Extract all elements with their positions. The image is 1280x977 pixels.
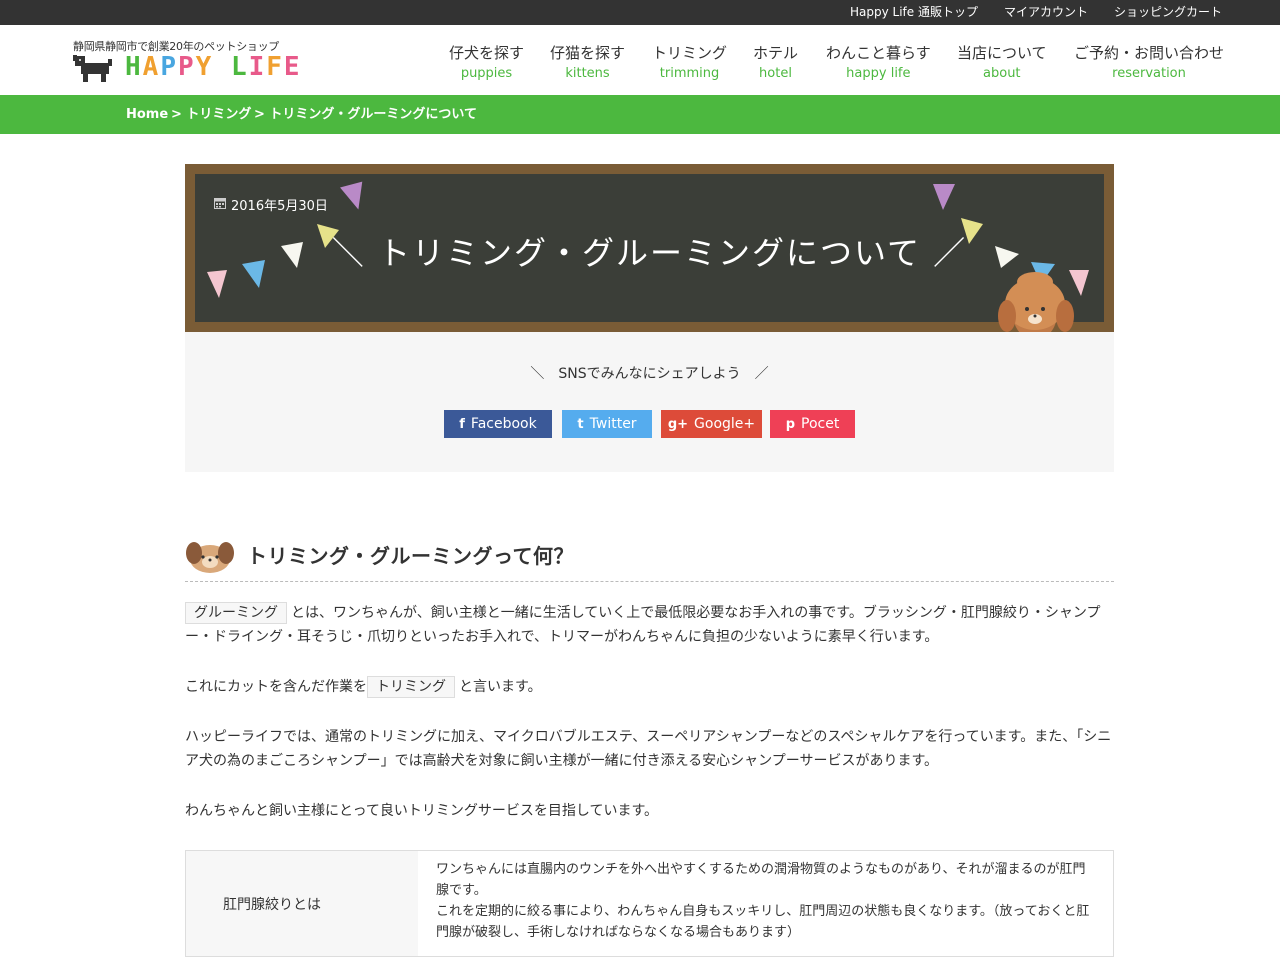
paragraph-goal: わんちゃんと飼い主様にとって良いトリミングサービスを目指しています。: [185, 803, 659, 819]
nav-about-label: 当店について: [957, 44, 1047, 62]
paragraph-trimming-after: と言います。: [459, 679, 542, 695]
nav-puppies-sub: puppies: [460, 66, 513, 81]
google-plus-share-button[interactable]: g+ Google+: [661, 410, 762, 438]
my-account-link[interactable]: マイアカウント: [1004, 0, 1088, 25]
nav-hotel-sub: hotel: [759, 66, 792, 81]
dog-logo-icon[interactable]: [73, 54, 119, 82]
shop-top-link[interactable]: Happy Life 通販トップ: [850, 0, 978, 25]
twitter-share-button[interactable]: t Twitter: [562, 410, 652, 438]
paragraph-trimming: これにカットを含んだ作業を トリミング と言います。: [185, 675, 1114, 699]
nav-trimming-sub: trimming: [659, 66, 720, 81]
pocket-icon: p: [785, 417, 795, 432]
breadcrumb: Home > トリミング > トリミング・グルーミングについて: [0, 95, 1280, 134]
nav-about[interactable]: 当店について about: [957, 43, 1047, 83]
paragraph-trimming-before: これにカットを含んだ作業を: [185, 679, 367, 695]
breadcrumb-current: > トリミング・グルーミングについて: [254, 107, 478, 122]
nav-trimming-label: トリミング: [652, 44, 728, 62]
pocket-share-button[interactable]: p Pocet: [770, 410, 855, 438]
nav-reservation-sub: reservation: [1112, 66, 1186, 81]
nav-trimming[interactable]: トリミング trimming: [652, 43, 727, 83]
facebook-icon: f: [459, 417, 465, 432]
breadcrumb-home[interactable]: Home: [126, 95, 168, 134]
nav-kittens[interactable]: 仔猫を探す kittens: [550, 43, 625, 83]
sns-share-box: [185, 332, 1114, 472]
twitter-icon: t: [577, 417, 584, 432]
logo-letter: P: [160, 52, 178, 82]
paragraph-services: ハッピーライフでは、通常のトリミングに加え、マイクロバブルエステ、スーペリアシャ…: [185, 729, 1112, 769]
table-header-label: 肛門腺絞りとは: [223, 897, 321, 913]
keyword-grooming: グルーミング: [185, 602, 287, 624]
nav-kittens-label: 仔猫を探す: [550, 44, 626, 62]
nav-happy-life[interactable]: わんこと暮らす happy life: [826, 43, 931, 83]
table-data-cell: ワンちゃんには直腸内のウンチを外へ出やすくするための潤滑物質のようなものがあり、…: [436, 859, 1096, 943]
section-divider: [185, 581, 1114, 582]
logo-letter: E: [283, 52, 302, 82]
nav-puppies-label: 仔犬を探す: [449, 44, 525, 62]
logo-letter: Y: [195, 52, 214, 82]
logo-letter: L: [230, 52, 249, 82]
google-plus-share-label: Google+: [694, 416, 756, 432]
nav-puppies[interactable]: 仔犬を探す puppies: [449, 43, 524, 83]
nav-hotel-label: ホテル: [753, 44, 799, 62]
nav-reservation[interactable]: ご予約・お問い合わせ reservation: [1074, 43, 1224, 83]
calendar-icon: [214, 198, 226, 209]
paragraph-grooming: グルーミング とは、ワンちゃんが、飼い主様と一緒に生活していく上で最低限必要なお手…: [185, 601, 1114, 649]
nav-happy-life-label: わんこと暮らす: [826, 44, 931, 62]
logo-letter: F: [266, 52, 284, 82]
top-bar: Happy Life 通販トップ マイアカウント ショッピングカート: [0, 0, 1280, 25]
post-title: ＼ トリミング・グルーミングについて ／: [331, 234, 968, 272]
post-date: 2016年5月30日: [231, 199, 328, 214]
keyword-trimming: トリミング: [367, 676, 455, 698]
facebook-share-label: Facebook: [470, 416, 537, 432]
logo-letter: [213, 52, 231, 82]
logo-letter: A: [142, 52, 161, 82]
section-title: トリミング・グルーミングって何？: [247, 544, 574, 568]
twitter-share-label: Twitter: [589, 416, 637, 432]
breadcrumb-trimming[interactable]: > トリミング: [171, 95, 251, 134]
paragraph-grooming-text: とは、ワンちゃんが、飼い主様と一緒に生活していく上で最低限必要なお手入れの事です…: [185, 605, 1101, 645]
nav-kittens-sub: kittens: [565, 66, 610, 81]
pocket-share-label: Pocet: [801, 416, 840, 432]
sns-share-caption: ＼ SNSでみんなにシェアしよう ／: [530, 366, 769, 382]
shopping-cart-link[interactable]: ショッピングカート: [1114, 0, 1222, 25]
nav-reservation-label: ご予約・お問い合わせ: [1074, 44, 1225, 62]
site-header: 静岡県静岡市で創業20年のペットショップ HAPPY LIFE 仔犬を探す pu…: [0, 25, 1280, 95]
google-plus-icon: g+: [667, 417, 689, 432]
dog-face-icon: [186, 542, 234, 573]
facebook-share-button[interactable]: f Facebook: [444, 410, 552, 438]
site-logo-text[interactable]: HAPPY LIFE: [125, 52, 302, 82]
logo-letter: H: [125, 52, 143, 82]
nav-happy-life-sub: happy life: [846, 66, 911, 81]
info-table: 肛門腺絞りとは ワンちゃんには直腸内のウンチを外へ出やすくするための潤滑物質のよ…: [185, 850, 1114, 957]
nav-about-sub: about: [983, 66, 1021, 81]
nav-hotel[interactable]: ホテル hotel: [753, 43, 798, 83]
table-text-line-1: ワンちゃんには直腸内のウンチを外へ出やすくするための潤滑物質のようなものがあり、…: [436, 862, 1086, 898]
table-header-cell: 肛門腺絞りとは: [186, 851, 418, 956]
logo-letter: I: [248, 52, 267, 82]
logo-letter: P: [177, 52, 196, 82]
table-text-line-2: これを定期的に絞る事により、わんちゃん自身もスッキリし、肛門周辺の状態も良くなり…: [436, 904, 1090, 940]
